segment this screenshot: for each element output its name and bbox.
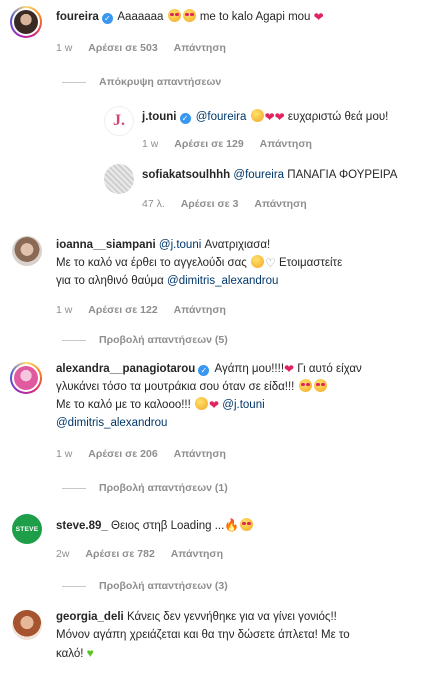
likes-count[interactable]: Αρέσει σε 122: [88, 304, 157, 316]
avatar-logo-text: STEVE: [15, 525, 39, 533]
timestamp: 1 w: [142, 138, 159, 150]
avatar[interactable]: [12, 610, 42, 640]
comment-text: sofiakatsoulhhh @foureira ΠΑΝΑΓΙΑ ΦΟΥΡΕΙ…: [142, 169, 398, 181]
baby-emoji-icon: [250, 255, 264, 268]
mention-link[interactable]: @j.touni: [222, 399, 264, 411]
username[interactable]: j.touni: [142, 111, 177, 123]
reply-button[interactable]: Απάντηση: [174, 42, 226, 54]
likes-count[interactable]: Αρέσει σε 503: [88, 42, 157, 54]
username[interactable]: alexandra__panagiotarou: [56, 363, 195, 375]
red-heart-emoji-icon: ❤: [264, 110, 275, 124]
avatar[interactable]: STEVE: [12, 514, 42, 544]
view-replies-toggle[interactable]: Προβολή απαντήσεων (1): [62, 482, 228, 494]
verified-badge-icon: ✓: [101, 13, 113, 24]
likes-count[interactable]: Αρέσει σε 129: [174, 138, 243, 150]
timestamp: 1 w: [56, 42, 73, 54]
heart-eyes-emoji-icon: [313, 379, 327, 392]
red-heart-emoji-icon: ❤: [274, 110, 285, 124]
red-heart-emoji-icon: ❤: [313, 10, 324, 24]
reply-button[interactable]: Απάντηση: [260, 138, 312, 150]
divider: [62, 339, 86, 341]
heart-eyes-emoji-icon: [298, 379, 312, 392]
comment-meta: 47 λ. Αρέσει σε 3 Απάντηση: [142, 198, 320, 210]
comment-text: j.touni ✓ @foureira ❤❤ ευχαριστώ θεά μου!: [142, 109, 389, 124]
reply-button[interactable]: Απάντηση: [174, 304, 226, 316]
view-replies-toggle[interactable]: Προβολή απαντήσεων (3): [62, 580, 228, 592]
broken-heart-emoji-icon: ❤: [284, 362, 295, 376]
view-replies-toggle[interactable]: Προβολή απαντήσεων (5): [62, 334, 228, 346]
avatar[interactable]: [14, 10, 38, 34]
mention-link[interactable]: @foureira: [233, 169, 284, 181]
smiling-hearts-emoji-icon: [250, 109, 264, 122]
avatar[interactable]: J.: [104, 106, 134, 136]
timestamp: 1 w: [56, 448, 73, 460]
likes-count[interactable]: Αρέσει σε 206: [88, 448, 157, 460]
comment-text: foureira ✓ Aaaaaaa me to kalo Agapi mou ❤: [56, 9, 324, 24]
fire-emoji-icon: 🔥: [224, 518, 240, 532]
reply-button[interactable]: Απάντηση: [174, 448, 226, 460]
timestamp: 47 λ.: [142, 198, 165, 210]
hide-replies-toggle[interactable]: Απόκρυψη απαντήσεων: [62, 76, 221, 88]
heart-eyes-emoji-icon: [182, 9, 196, 22]
white-heart-emoji-icon: ♡: [264, 256, 276, 270]
reply-button[interactable]: Απάντηση: [171, 548, 223, 560]
avatar[interactable]: [12, 236, 42, 266]
mention-link[interactable]: @dimitris_alexandrou: [56, 417, 167, 429]
likes-count[interactable]: Αρέσει σε 782: [85, 548, 154, 560]
comment-meta: 1 w Αρέσει σε 503 Απάντηση: [56, 42, 239, 54]
comment-meta: 1 w Αρέσει σε 122 Απάντηση: [56, 304, 239, 316]
divider: [62, 487, 86, 489]
heart-eyes-emoji-icon: [240, 518, 254, 531]
brand-logo: J.: [113, 112, 125, 129]
username[interactable]: ioanna__siampani: [56, 239, 156, 251]
divider: [62, 585, 86, 587]
comment-meta: 1 w Αρέσει σε 206 Απάντηση: [56, 448, 239, 460]
likes-count[interactable]: Αρέσει σε 3: [181, 198, 239, 210]
username[interactable]: steve.89_: [56, 520, 108, 532]
verified-badge-icon: ✓: [179, 113, 191, 124]
story-ring[interactable]: [10, 6, 42, 38]
username[interactable]: georgia_deli: [56, 611, 124, 623]
story-ring[interactable]: [10, 362, 42, 394]
reply-button[interactable]: Απάντηση: [254, 198, 306, 210]
divider: [62, 81, 86, 83]
username[interactable]: foureira: [56, 11, 99, 23]
mention-link[interactable]: @dimitris_alexandrou: [167, 275, 278, 287]
heart-eyes-emoji-icon: [167, 9, 181, 22]
red-heart-emoji-icon: ❤: [209, 398, 220, 412]
avatar[interactable]: [104, 164, 134, 194]
username[interactable]: sofiakatsoulhhh: [142, 169, 230, 181]
verified-badge-icon: ✓: [198, 365, 210, 376]
comment-text: steve.89_ Θειος στηβ Loading ...🔥: [56, 516, 254, 535]
comment-text: ioanna__siampani @j.touni Ανατριχιασα! Μ…: [56, 239, 343, 287]
timestamp: 2w: [56, 548, 70, 560]
green-heart-emoji-icon: ♥: [86, 646, 94, 660]
timestamp: 1 w: [56, 304, 73, 316]
baby-emoji-icon: [195, 397, 209, 410]
comment-meta: 2w Αρέσει σε 782 Απάντηση: [56, 548, 236, 560]
mention-link[interactable]: @j.touni: [159, 239, 201, 251]
comment-meta: 1 w Αρέσει σε 129 Απάντηση: [142, 138, 325, 150]
comment-text: georgia_deli Κάνεις δεν γεννήθηκε για να…: [56, 611, 350, 660]
comment-text: alexandra__panagiotarou ✓ Αγάπη μου!!!!❤ …: [56, 362, 362, 429]
avatar[interactable]: [14, 366, 38, 390]
mention-link[interactable]: @foureira: [196, 111, 247, 123]
